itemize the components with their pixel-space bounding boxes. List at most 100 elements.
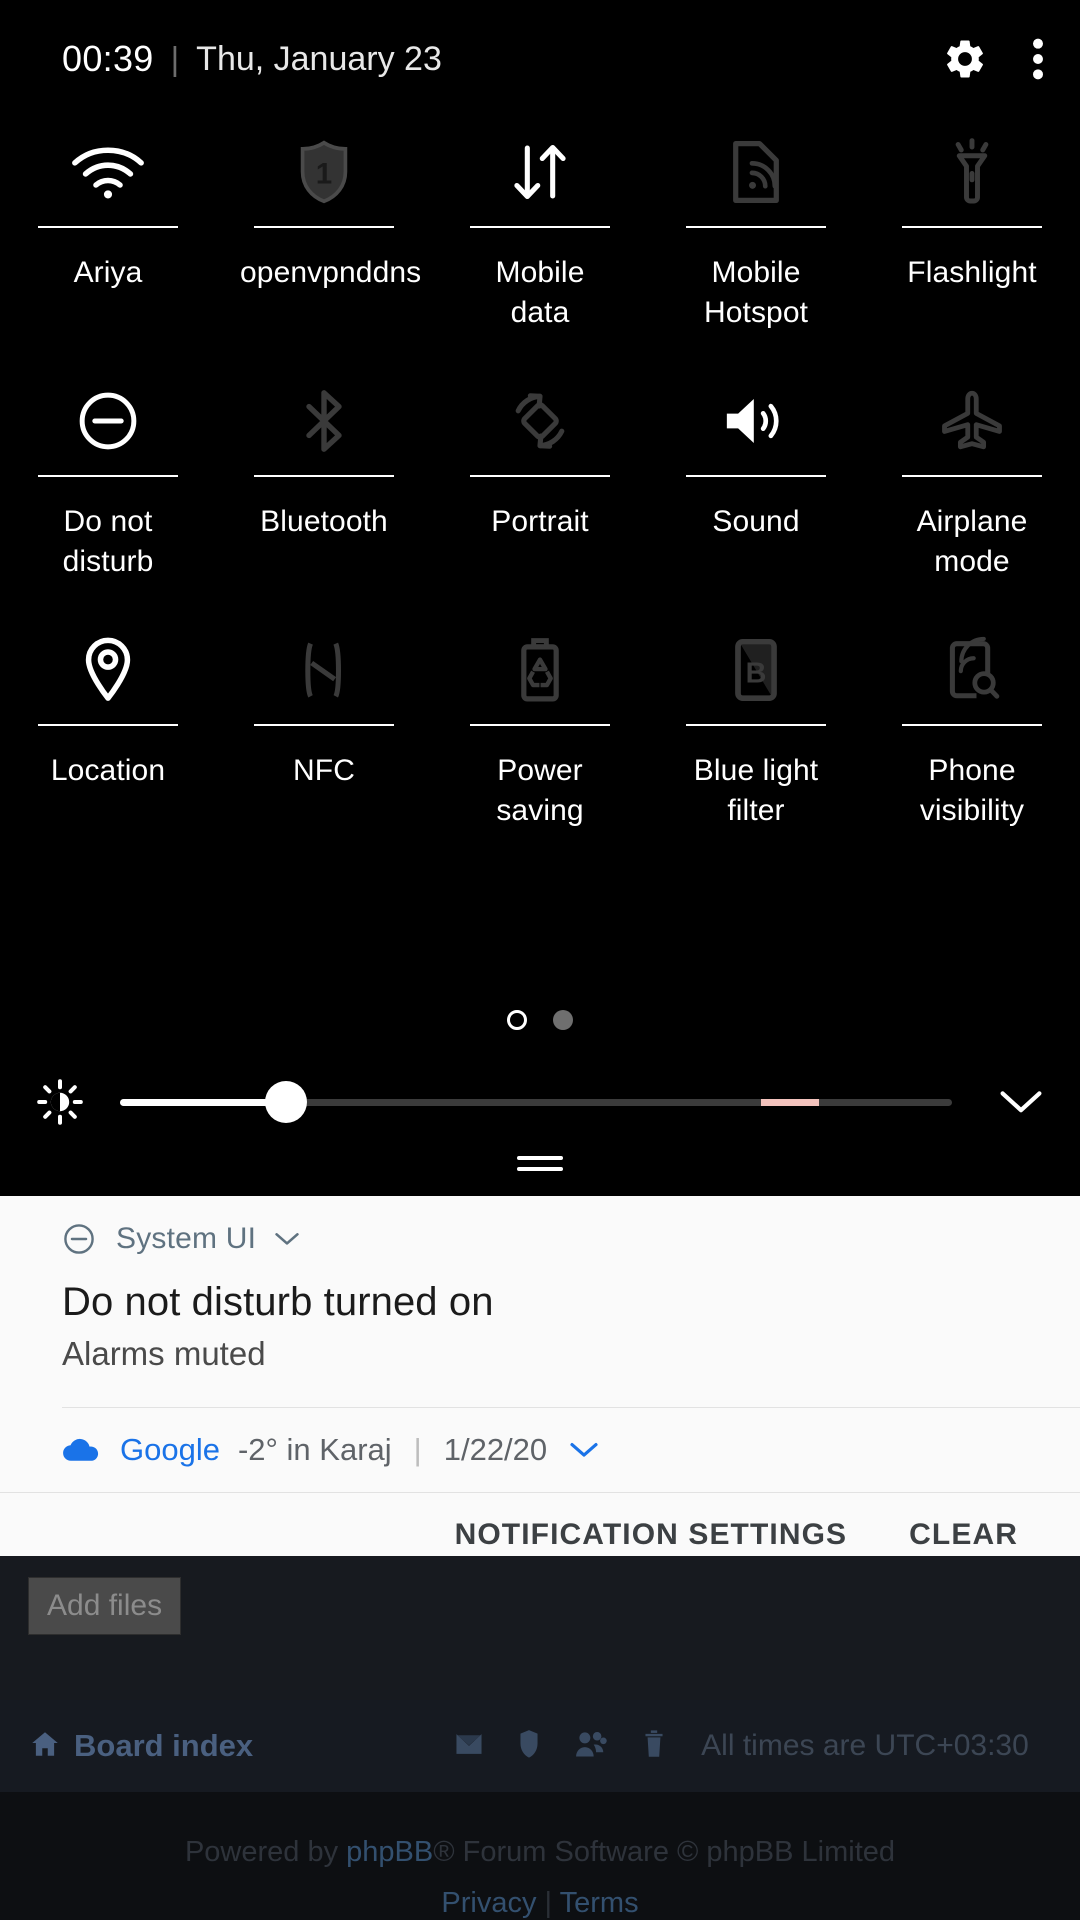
tile-underline bbox=[38, 475, 178, 477]
tile-mobile-hotspot[interactable]: Mobile Hotspot bbox=[648, 118, 864, 367]
page-dot-current[interactable] bbox=[507, 1010, 527, 1030]
do-not-disturb-icon bbox=[62, 1222, 96, 1256]
tile-bluetooth[interactable]: Bluetooth bbox=[216, 367, 432, 616]
svg-text:B: B bbox=[746, 657, 767, 689]
tile-label: Airplane mode bbox=[916, 505, 1028, 578]
tile-label: Mobile Hotspot bbox=[703, 256, 809, 329]
add-files-button[interactable]: Add files bbox=[28, 1577, 182, 1635]
credit-prefix: Powered by bbox=[184, 1836, 347, 1868]
phpbb-link[interactable]: phpBB bbox=[346, 1836, 433, 1868]
tile-airplane-mode[interactable]: Airplane mode bbox=[864, 367, 1080, 616]
tile-underline bbox=[686, 226, 826, 228]
compose-area: Add files bbox=[0, 1556, 1080, 1656]
slider-warm-segment bbox=[760, 1098, 819, 1106]
notification-system-ui[interactable]: System UI Do not disturb turned on Alarm… bbox=[0, 1196, 1080, 1408]
tile-flashlight[interactable]: Flashlight bbox=[864, 118, 1080, 367]
tile-phone-visibility[interactable]: Phone visibility bbox=[864, 616, 1080, 865]
nfc-icon bbox=[216, 616, 432, 724]
brightness-slider[interactable] bbox=[120, 1062, 952, 1142]
status-bar: 00:39 | Thu, January 23 bbox=[0, 0, 1080, 118]
terms-link[interactable]: Terms bbox=[560, 1887, 639, 1919]
page-dot-2[interactable] bbox=[553, 1010, 573, 1030]
tile-mobile-data[interactable]: Mobile data bbox=[432, 118, 648, 367]
tile-label: Portrait bbox=[491, 505, 589, 538]
tile-portrait[interactable]: Portrait bbox=[432, 367, 648, 616]
legal-separator: | bbox=[544, 1887, 553, 1919]
notification-app-name: Google bbox=[120, 1432, 220, 1467]
gear-icon[interactable] bbox=[942, 36, 988, 82]
location-pin-icon bbox=[0, 616, 216, 724]
privacy-link[interactable]: Privacy bbox=[441, 1887, 536, 1919]
tile-underline bbox=[254, 475, 394, 477]
tile-underline bbox=[470, 724, 610, 726]
notification-google-weather[interactable]: Google -2° in Karaj | 1/22/20 bbox=[0, 1408, 1080, 1492]
hotspot-icon bbox=[648, 118, 864, 226]
vpn-shield-icon: 1 bbox=[216, 118, 432, 226]
slider-track[interactable] bbox=[120, 1098, 952, 1106]
notification-settings-button[interactable]: NOTIFICATION SETTINGS bbox=[455, 1518, 848, 1552]
chevron-down-icon[interactable] bbox=[569, 1441, 599, 1459]
brightness-icon bbox=[0, 1078, 120, 1126]
phone-visibility-icon bbox=[864, 616, 1080, 724]
page-indicator bbox=[0, 1010, 1080, 1030]
forum-nav-bar: Board index All times are UTC+03:30 bbox=[0, 1700, 1080, 1792]
mobile-data-icon bbox=[432, 118, 648, 226]
tile-label: Ariya bbox=[73, 256, 143, 289]
tile-underline bbox=[470, 226, 610, 228]
tile-underline bbox=[686, 475, 826, 477]
shade-drag-handle[interactable] bbox=[517, 1156, 563, 1171]
do-not-disturb-icon bbox=[0, 367, 216, 475]
tile-sound[interactable]: Sound bbox=[648, 367, 864, 616]
credit-line: Powered by phpBB® Forum Software © phpBB… bbox=[0, 1836, 1080, 1869]
tile-power-saving[interactable]: Power saving bbox=[432, 616, 648, 865]
clock-date-group: 00:39 | Thu, January 23 bbox=[62, 38, 442, 80]
forum-footer: Powered by phpBB® Forum Software © phpBB… bbox=[0, 1836, 1080, 1920]
weather-separator: | bbox=[413, 1432, 422, 1467]
background-app-phpbb: Add files Board index All times are UTC+… bbox=[0, 1556, 1080, 1920]
notification-app-row[interactable]: System UI bbox=[62, 1196, 1080, 1260]
forum-nav-icons bbox=[453, 1728, 667, 1765]
clear-button[interactable]: CLEAR bbox=[909, 1518, 1018, 1552]
envelope-icon[interactable] bbox=[453, 1728, 485, 1765]
tile-do-not-disturb[interactable]: Do not disturb bbox=[0, 367, 216, 616]
compose-padding bbox=[0, 1656, 1080, 1700]
tile-ariya-wifi[interactable]: Ariya bbox=[0, 118, 216, 367]
tile-underline bbox=[902, 724, 1042, 726]
svg-text:1: 1 bbox=[316, 157, 332, 190]
tile-underline bbox=[254, 226, 394, 228]
tile-label: Phone visibility bbox=[919, 754, 1025, 827]
airplane-icon bbox=[864, 367, 1080, 475]
slider-thumb[interactable] bbox=[265, 1081, 308, 1123]
group-icon[interactable] bbox=[573, 1728, 609, 1765]
tile-location[interactable]: Location bbox=[0, 616, 216, 865]
chevron-down-icon[interactable] bbox=[962, 1089, 1080, 1115]
notification-body: Alarms muted bbox=[62, 1335, 266, 1372]
tile-label: Do not disturb bbox=[62, 505, 154, 578]
tile-label: Sound bbox=[712, 505, 800, 538]
power-saving-icon bbox=[432, 616, 648, 724]
quick-settings-panel: 00:39 | Thu, January 23 Ariya 1 openvpnd… bbox=[0, 0, 1080, 1196]
trash-icon[interactable] bbox=[641, 1728, 667, 1765]
weather-date: 1/22/20 bbox=[443, 1432, 548, 1467]
tile-label: Location bbox=[50, 754, 166, 787]
credit-suffix: ® Forum Software © phpBB Limited bbox=[433, 1836, 896, 1868]
board-index-link[interactable]: Board index bbox=[30, 1728, 253, 1764]
handle-bar-1 bbox=[517, 1156, 563, 1160]
weather-summary: -2° in Karaj bbox=[237, 1432, 392, 1467]
blue-light-filter-icon: B bbox=[648, 616, 864, 724]
clock-separator: | bbox=[170, 40, 180, 77]
tile-underline bbox=[254, 724, 394, 726]
quick-settings-tile-grid: Ariya 1 openvpnddns Mobile data Mobile H… bbox=[0, 118, 1080, 865]
tile-openvpnddns[interactable]: 1 openvpnddns bbox=[216, 118, 432, 367]
tile-underline bbox=[38, 226, 178, 228]
tile-nfc[interactable]: NFC bbox=[216, 616, 432, 865]
shield-icon[interactable] bbox=[517, 1728, 541, 1765]
auto-rotate-icon bbox=[432, 367, 648, 475]
more-vertical-icon[interactable] bbox=[1032, 36, 1044, 82]
chevron-down-icon[interactable] bbox=[274, 1231, 300, 1247]
wifi-icon bbox=[0, 118, 216, 226]
tile-underline bbox=[686, 724, 826, 726]
clock-date: Thu, January 23 bbox=[196, 39, 442, 78]
tile-label: NFC bbox=[293, 754, 355, 787]
tile-blue-light-filter[interactable]: B Blue light filter bbox=[648, 616, 864, 865]
